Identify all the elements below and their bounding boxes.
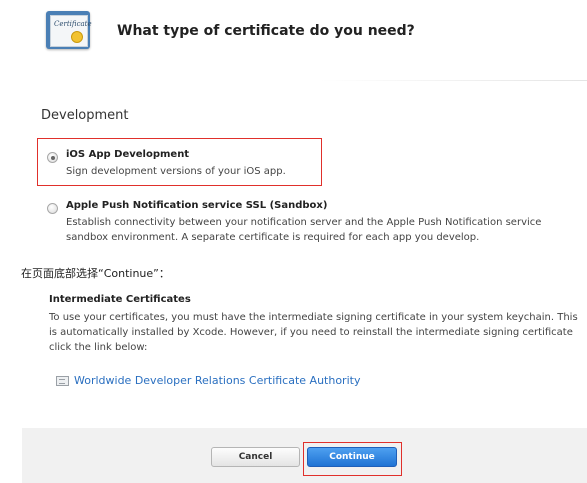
highlight-box-option (37, 138, 322, 186)
page-title: What type of certificate do you need? (117, 23, 415, 39)
option-title: Apple Push Notification service SSL (San… (66, 200, 328, 211)
intermediate-body: To use your certificates, you must have … (49, 312, 578, 353)
link-row[interactable]: Worldwide Developer Relations Certificat… (56, 374, 360, 387)
option-description: Establish connectivity between your noti… (66, 217, 542, 243)
intermediate-title: Intermediate Certificates (49, 294, 191, 305)
header-divider (320, 80, 587, 81)
cancel-button[interactable]: Cancel (211, 447, 300, 467)
instruction-text: 在页面底部选择“Continue”： (21, 267, 170, 280)
wwdr-certificate-link[interactable]: Worldwide Developer Relations Certificat… (74, 374, 360, 387)
document-icon (56, 375, 69, 386)
certificate-seal (71, 31, 83, 43)
section-title-development: Development (41, 108, 129, 123)
certificate-icon-label: Certificate (54, 20, 92, 28)
certificate-paper: Certificate (50, 15, 92, 47)
radio-apns-sandbox[interactable] (47, 203, 58, 214)
highlight-box-continue (303, 442, 402, 476)
certificate-icon: Certificate (46, 11, 92, 49)
